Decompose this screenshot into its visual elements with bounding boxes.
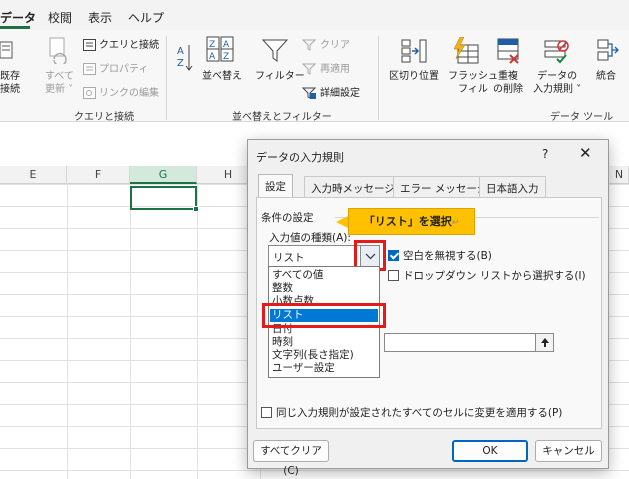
edit-links-icon bbox=[83, 87, 96, 99]
collapse-dialog-icon bbox=[541, 338, 549, 347]
filter-button[interactable]: フィルター bbox=[255, 70, 305, 83]
queries-icon bbox=[83, 39, 96, 51]
reapply-icon bbox=[302, 63, 316, 75]
clear-filter-icon bbox=[302, 39, 316, 51]
option-whole-number[interactable]: 整数 bbox=[272, 282, 293, 295]
consolidate-icon bbox=[597, 39, 619, 61]
properties-button[interactable]: プロパティ bbox=[99, 63, 148, 76]
cancel-button[interactable]: キャンセル bbox=[535, 440, 602, 462]
column-header-f[interactable]: F bbox=[67, 166, 130, 184]
sort-az-icon: AZ bbox=[177, 45, 193, 71]
ribbon-tab-bar: データ 校閲 表示 ヘルプ bbox=[0, 0, 629, 30]
svg-text:Z: Z bbox=[209, 40, 215, 50]
option-text-length[interactable]: 文字列(長さ指定) bbox=[272, 349, 354, 362]
data-validation-button[interactable]: データの 入力規則 ˅ bbox=[533, 70, 581, 96]
in-cell-dropdown-label: ドロップダウン リストから選択する(I) bbox=[403, 270, 586, 282]
remove-duplicates-button[interactable]: 重複 の削除 bbox=[493, 70, 523, 96]
option-any-value[interactable]: すべての値 bbox=[272, 269, 323, 282]
sort-button[interactable]: 並べ替え bbox=[202, 70, 242, 83]
column-header-e[interactable]: E bbox=[0, 166, 67, 184]
flash-fill-icon bbox=[453, 37, 479, 64]
text-to-columns-icon bbox=[401, 39, 427, 63]
tab-data[interactable]: データ bbox=[0, 9, 36, 26]
callout-text: 「リスト」を選択 bbox=[363, 215, 452, 228]
advanced-button[interactable]: 詳細設定 bbox=[320, 87, 360, 100]
tab-settings[interactable]: 設定 bbox=[258, 174, 293, 198]
sort-icon: ZA AZ bbox=[206, 36, 234, 62]
edit-links-button[interactable]: リンクの編集 bbox=[99, 87, 159, 100]
tab-input-message[interactable]: 入力時メッセージ bbox=[304, 176, 402, 198]
svg-text:A: A bbox=[177, 46, 184, 57]
grid-line bbox=[197, 184, 198, 479]
highlight-list-option bbox=[262, 303, 386, 328]
ignore-blank-checkbox[interactable] bbox=[388, 250, 399, 261]
svg-text:A: A bbox=[209, 52, 216, 62]
existing-connections-button[interactable]: 既存 接続 bbox=[0, 70, 20, 96]
option-time[interactable]: 時刻 bbox=[272, 336, 293, 349]
close-icon[interactable]: ✕ bbox=[579, 144, 592, 162]
queries-connections-button[interactable]: クエリと接続 bbox=[99, 39, 159, 52]
consolidate-button[interactable]: 統合 bbox=[596, 70, 616, 83]
group-label-sort-filter: 並べ替えとフィルター bbox=[232, 112, 332, 123]
grid-line bbox=[130, 184, 131, 479]
properties-icon bbox=[83, 63, 96, 75]
column-header-n[interactable]: N bbox=[610, 166, 629, 184]
allow-select-value: リスト bbox=[273, 252, 305, 264]
existing-connections-icon bbox=[0, 41, 13, 59]
active-tab-indicator bbox=[0, 26, 30, 29]
return-mark: ↵ bbox=[451, 218, 460, 228]
apply-all-checkbox[interactable] bbox=[261, 407, 272, 418]
active-cell-g1[interactable] bbox=[130, 186, 197, 210]
criteria-heading: 条件の設定 bbox=[261, 212, 314, 224]
clear-button[interactable]: クリア bbox=[320, 39, 350, 52]
grid-line bbox=[67, 184, 68, 479]
group-separator bbox=[378, 36, 379, 120]
apply-all-label: 同じ入力規則が設定されたすべてのセルに変更を適用する(P) bbox=[276, 407, 563, 419]
instruction-callout: 「リスト」を選択↵ bbox=[348, 208, 475, 235]
source-input[interactable] bbox=[384, 333, 554, 352]
tab-ime-mode[interactable]: 日本語入力 bbox=[479, 176, 546, 198]
data-validation-icon bbox=[544, 40, 569, 64]
source-range-button[interactable] bbox=[535, 334, 553, 351]
dialog-title: データの入力規則 bbox=[256, 151, 344, 164]
svg-text:Z: Z bbox=[223, 52, 229, 62]
advanced-filter-icon bbox=[302, 87, 316, 99]
text-to-columns-button[interactable]: 区切り位置 bbox=[389, 70, 439, 83]
tab-help[interactable]: ヘルプ bbox=[128, 9, 164, 26]
group-label-queries: クエリと接続 bbox=[74, 112, 134, 123]
refresh-all-button[interactable]: すべて 更新 ˅ bbox=[45, 70, 74, 96]
group-separator bbox=[166, 36, 167, 120]
option-custom[interactable]: ユーザー設定 bbox=[272, 362, 335, 375]
refresh-all-icon bbox=[49, 37, 67, 64]
allow-label: 入力値の種類(A): bbox=[269, 232, 351, 244]
fill-handle[interactable] bbox=[193, 206, 199, 212]
column-header-g[interactable]: G bbox=[130, 166, 197, 184]
tab-view[interactable]: 表示 bbox=[88, 9, 112, 26]
in-cell-dropdown-checkbox[interactable] bbox=[388, 270, 399, 281]
svg-text:A: A bbox=[223, 40, 230, 50]
clear-all-button[interactable]: すべてクリア(C) bbox=[253, 440, 329, 477]
help-button[interactable]: ? bbox=[542, 147, 548, 161]
ribbon: 既存 接続 すべて 更新 ˅ クエリと接続 プロパティ リンクの編集 クエリと接… bbox=[0, 30, 629, 123]
ignore-blank-label: 空白を無視する(B) bbox=[403, 250, 492, 262]
group-label-data-tools: データ ツール bbox=[550, 112, 614, 123]
remove-duplicates-icon bbox=[497, 38, 519, 64]
reapply-button[interactable]: 再適用 bbox=[320, 63, 350, 76]
tab-review[interactable]: 校閲 bbox=[48, 9, 72, 26]
svg-text:Z: Z bbox=[177, 58, 184, 69]
ok-button[interactable]: OK bbox=[452, 440, 528, 462]
filter-icon bbox=[262, 39, 288, 62]
flash-fill-button[interactable]: フラッシュ フィル bbox=[448, 70, 498, 96]
callout-pointer bbox=[336, 216, 348, 228]
